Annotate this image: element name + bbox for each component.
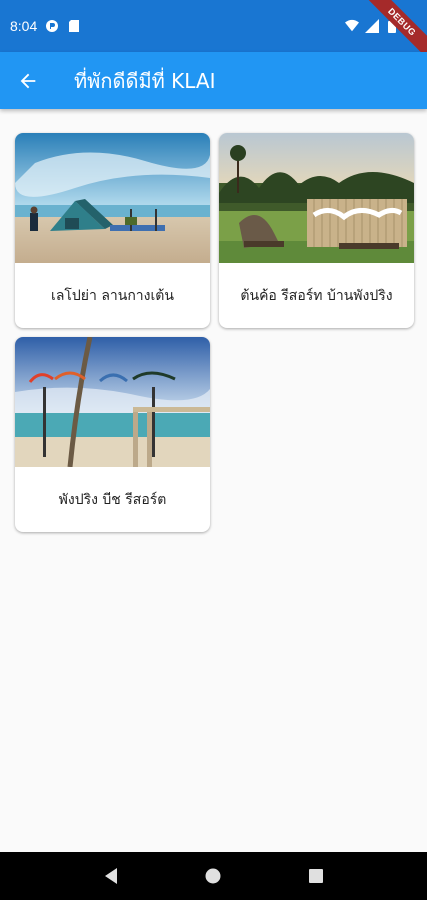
resort-sign-bamboo-fence-photo [219, 133, 414, 263]
beach-resort-sign-photo [15, 337, 210, 467]
home-circle-icon [205, 868, 221, 884]
back-triangle-icon [105, 868, 118, 884]
wifi-icon [345, 19, 359, 33]
status-left: 8:04 [10, 18, 81, 34]
sd-card-icon [67, 19, 81, 33]
signal-icon [365, 19, 379, 33]
cast-icon [45, 19, 59, 33]
place-name: พังปริง บีช รีสอร์ต [58, 491, 167, 508]
places-grid: เลโปย่า ลานกางเต้น ต้นค้อ รีสอร์ท บ้านพั… [15, 133, 414, 532]
nav-back-button[interactable] [91, 856, 131, 896]
place-card-leopoya[interactable]: เลโปย่า ลานกางเต้น [15, 133, 210, 328]
beach-campsite-tent-photo [15, 133, 210, 263]
recents-square-icon [308, 869, 323, 883]
status-bar: 8:04 DEBUG [0, 0, 427, 67]
place-name: ต้นค้อ รีสอร์ท บ้านพังปริง [240, 287, 393, 304]
back-button[interactable] [0, 52, 56, 109]
app-bar: ที่พักดีดีมีที่ KLAI [0, 52, 427, 109]
place-name: เลโปย่า ลานกางเต้น [51, 287, 174, 304]
place-card-phangpring[interactable]: พังปริง บีช รีสอร์ต [15, 337, 210, 532]
nav-home-button[interactable] [193, 856, 233, 896]
system-nav-bar [0, 852, 427, 900]
nav-recents-button[interactable] [296, 856, 336, 896]
page-title: ที่พักดีดีมีที่ KLAI [74, 68, 216, 93]
status-time: 8:04 [10, 18, 38, 34]
arrow-back-icon [20, 73, 36, 88]
place-card-tonkho[interactable]: ต้นค้อ รีสอร์ท บ้านพังปริง [219, 133, 414, 328]
